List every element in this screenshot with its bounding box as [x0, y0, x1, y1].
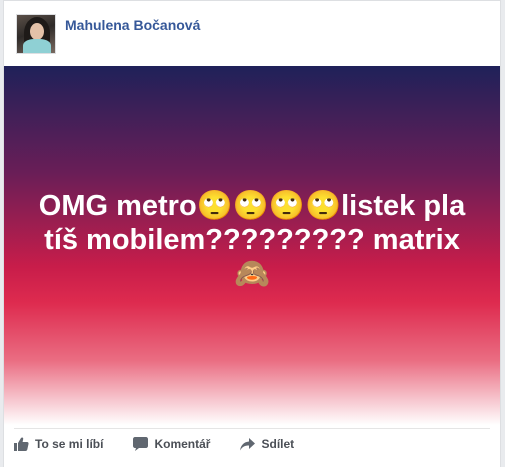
share-icon [240, 437, 256, 451]
comment-button[interactable]: Komentář [133, 437, 210, 451]
comment-icon [133, 437, 149, 451]
post-background: OMG metro🙄🙄🙄🙄listek platíš mobilem??????… [4, 66, 500, 425]
share-label: Sdílet [261, 437, 295, 451]
author-name-link[interactable]: Mahulena Bočanová [65, 17, 200, 33]
divider [14, 428, 490, 429]
divider [4, 0, 500, 1]
post-text: OMG metro🙄🙄🙄🙄listek platíš mobilem??????… [38, 189, 466, 290]
post-header: Mahulena Bočanová [16, 14, 200, 56]
like-icon [14, 437, 29, 451]
like-label: To se mi líbí [35, 437, 104, 451]
comment-label: Komentář [154, 437, 211, 451]
post-card: Mahulena Bočanová OMG metro🙄🙄🙄🙄listek pl… [3, 0, 501, 467]
like-button[interactable]: To se mi líbí [14, 437, 103, 451]
share-button[interactable]: Sdílet [240, 437, 294, 451]
post-actions: To se mi líbí Komentář Sdílet [14, 437, 324, 451]
avatar[interactable] [16, 14, 56, 54]
